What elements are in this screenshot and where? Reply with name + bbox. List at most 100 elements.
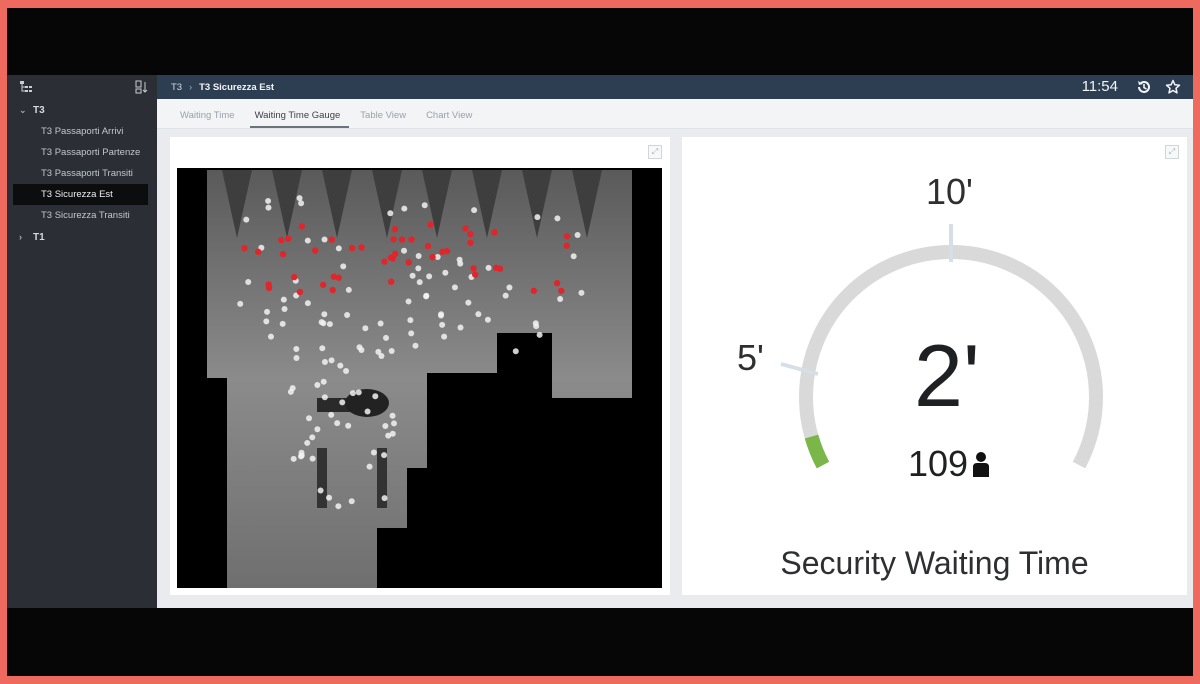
person-dot-white xyxy=(389,430,396,437)
person-dot-white xyxy=(321,236,328,243)
chevron-down-icon[interactable]: ⌄ xyxy=(19,105,33,116)
person-dot-white xyxy=(335,503,342,510)
tab-waiting-time-gauge[interactable]: Waiting Time Gauge xyxy=(249,110,350,128)
person-dot-red xyxy=(558,287,565,295)
person-dot-white xyxy=(290,455,297,462)
person-dot-white xyxy=(355,389,362,396)
person-dot-white xyxy=(265,204,272,211)
person-dot-white xyxy=(345,286,352,293)
person-dot-red xyxy=(330,273,338,280)
tab-chart-view[interactable]: Chart View xyxy=(421,110,481,128)
person-dot-white xyxy=(405,298,412,305)
chevron-right-icon[interactable]: › xyxy=(19,232,33,242)
person-dot-white xyxy=(309,455,316,462)
person-dot-white xyxy=(335,245,342,252)
view-tabs: Waiting Time Waiting Time Gauge Table Vi… xyxy=(157,99,1193,129)
tree-icon[interactable] xyxy=(19,80,33,94)
person-dot-white xyxy=(408,330,415,337)
person-dot-white xyxy=(372,393,379,400)
floor-plan-svg xyxy=(207,170,632,588)
person-dot-white xyxy=(314,426,321,433)
sidebar-group-t3[interactable]: ⌄ T3 xyxy=(7,99,157,121)
sidebar-item[interactable]: T3 Passaporti Arrivi xyxy=(7,121,157,142)
person-dot-white xyxy=(536,331,543,338)
person-dot-red xyxy=(470,265,477,272)
person-dot-white xyxy=(423,292,430,299)
screen: ⌄ T3 T3 Passaporti Arrivi T3 Passaporti Par… xyxy=(7,8,1193,676)
tab-table-view[interactable]: Table View xyxy=(355,110,415,128)
person-dot-white xyxy=(314,382,321,389)
person-dot-white xyxy=(334,420,341,427)
person-dot-white xyxy=(416,279,423,286)
sidebar-toolbar xyxy=(7,75,157,99)
breadcrumb-separator-icon: › xyxy=(189,82,193,92)
person-dot-white xyxy=(348,498,355,505)
person-dot-red xyxy=(472,271,479,278)
person-dot-white xyxy=(532,320,539,327)
person-dot-red xyxy=(381,258,388,265)
gauge-label-10: 10' xyxy=(926,171,973,212)
person-dot-white xyxy=(554,215,561,222)
person-dot-white xyxy=(340,263,347,270)
person-dot-white xyxy=(381,452,388,459)
person-dot-white xyxy=(293,354,300,361)
person-dot-red xyxy=(553,280,561,287)
sidebar: ⌄ T3 T3 Passaporti Arrivi T3 Passaporti Par… xyxy=(7,75,157,608)
person-dot-red xyxy=(408,236,415,243)
breadcrumb-root[interactable]: T3 xyxy=(171,82,182,93)
person-dot-white xyxy=(328,357,335,364)
top-bar: T3 › T3 Sicurezza Est 11:54 xyxy=(157,75,1193,99)
person-dot-white xyxy=(296,195,303,202)
person-dot-white xyxy=(245,279,252,286)
person-dot-white xyxy=(362,325,369,332)
star-icon[interactable] xyxy=(1165,79,1181,95)
person-dot-white xyxy=(328,411,335,418)
sidebar-item[interactable]: T3 Passaporti Transiti xyxy=(7,163,157,184)
person-dot-white xyxy=(383,334,390,341)
person-dot-red xyxy=(311,247,319,254)
person-dot-red xyxy=(278,236,285,244)
sidebar-item[interactable]: T3 Sicurezza Est xyxy=(13,184,148,205)
sort-icon[interactable] xyxy=(135,80,149,94)
person-dot-white xyxy=(415,253,422,260)
person-dot-red xyxy=(291,273,298,281)
sidebar-item[interactable]: T3 Sicurezza Transiti xyxy=(7,205,157,226)
gauge-fill xyxy=(804,434,830,469)
expand-icon[interactable]: ⤢ xyxy=(648,145,662,159)
person-dot-white xyxy=(389,412,396,419)
person-dot-white xyxy=(381,495,388,502)
sidebar-item[interactable]: T3 Passaporti Partenze xyxy=(7,142,157,163)
person-dot-red xyxy=(491,229,498,236)
person-dot-white xyxy=(382,422,389,429)
person-dot-red xyxy=(279,250,287,258)
person-dot-white xyxy=(441,333,448,340)
person-dot-white xyxy=(321,394,328,401)
person-dot-white xyxy=(377,320,384,327)
person-dot-red xyxy=(388,278,395,285)
person-dot-red xyxy=(298,223,306,230)
person-dot-white xyxy=(412,342,419,349)
person-dot-white xyxy=(457,260,464,267)
sidebar-group-label: T3 xyxy=(33,104,45,116)
sidebar-group-t1[interactable]: › T1 xyxy=(7,226,157,248)
person-dot-white xyxy=(388,348,395,355)
person-dot-white xyxy=(358,347,365,354)
person-dot-white xyxy=(438,312,445,319)
person-dot-white xyxy=(237,300,244,307)
person-dot-red xyxy=(405,259,412,266)
person-dot-white xyxy=(279,320,286,327)
person-dot-red xyxy=(255,248,262,256)
history-icon[interactable] xyxy=(1136,79,1152,95)
person-dot-red xyxy=(285,235,292,242)
person-dot-white xyxy=(287,388,294,395)
tab-waiting-time[interactable]: Waiting Time xyxy=(175,110,244,128)
person-dot-white xyxy=(485,264,492,271)
person-dot-white xyxy=(401,205,408,212)
person-dot-red xyxy=(462,225,469,232)
person-dot-white xyxy=(407,317,414,324)
person-dot-white xyxy=(320,378,327,385)
person-dot-white xyxy=(364,408,371,415)
gauge-panel: ⤢ 10' 5' 2' 109 Security Waiting Time xyxy=(682,137,1187,595)
person-dot-white xyxy=(293,345,300,352)
people-count-value: 109 xyxy=(908,443,969,484)
